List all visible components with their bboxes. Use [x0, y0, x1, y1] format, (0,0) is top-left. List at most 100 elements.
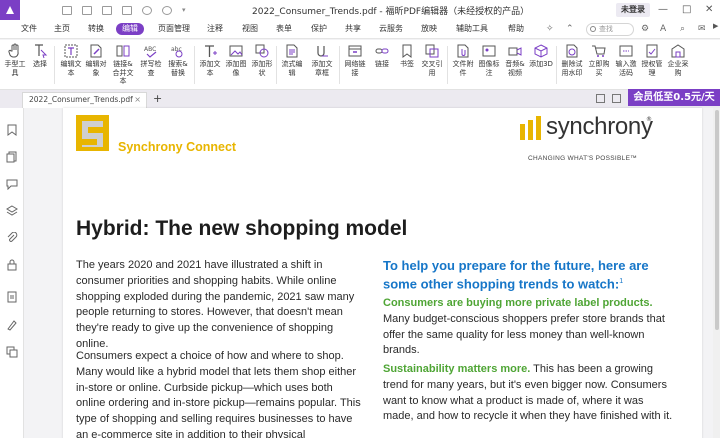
menu-file[interactable]: 文件	[21, 23, 37, 35]
undo-icon[interactable]	[142, 5, 152, 15]
lightbulb-icon[interactable]: ✧	[546, 24, 554, 35]
registered-mark: ®	[646, 116, 652, 123]
menu-share[interactable]: 共享	[345, 23, 361, 35]
hand-icon	[7, 43, 23, 59]
menu-slideshow[interactable]: 放映	[421, 23, 437, 35]
layers-panel-icon[interactable]	[6, 205, 18, 217]
tool-spellcheck[interactable]: ABC 拼写检查	[138, 42, 164, 77]
tool-select[interactable]: 选择	[27, 42, 53, 69]
scrollbar-thumb[interactable]	[715, 110, 719, 330]
toolbar-divider	[276, 46, 277, 84]
close-window-button[interactable]: ✕	[705, 3, 713, 17]
trend-1-text: Many budget-conscious shoppers prefer st…	[383, 312, 665, 357]
page-panel-icon[interactable]	[6, 291, 18, 303]
navigation-sidebar	[0, 108, 24, 438]
attachment-panel-icon[interactable]	[6, 232, 18, 244]
menu-edit[interactable]: 编辑	[116, 23, 144, 35]
activation-code-icon	[618, 43, 634, 59]
search-placeholder: 查找	[599, 25, 613, 33]
menu-accessibility[interactable]: 辅助工具	[456, 23, 488, 35]
tile-view-icon[interactable]	[612, 94, 621, 103]
edit-toolbar: 手型工具 选择 编辑文本 编辑对象 链接&合并文本 ABC 拼写检查 abc 搜…	[0, 40, 720, 90]
app-logo-icon[interactable]	[0, 0, 20, 20]
left-paragraph-1: The years 2020 and 2021 have illustrated…	[76, 259, 355, 350]
search-option-icon[interactable]: ⌕	[680, 24, 685, 35]
tool-file-attachment[interactable]: 文件附件	[450, 42, 476, 77]
tool-article-box[interactable]: 添加文章框	[309, 42, 335, 77]
customize-icon[interactable]: ▾	[182, 6, 192, 15]
add-text-icon	[202, 43, 218, 59]
menu-view[interactable]: 视图	[242, 23, 258, 35]
chevron-up-icon[interactable]: ⌃	[566, 24, 574, 35]
print-icon[interactable]	[102, 5, 112, 15]
tool-remove-watermark[interactable]: 删除试用水印	[559, 42, 585, 77]
add-shape-icon	[254, 43, 270, 59]
tool-cross-reference[interactable]: 交叉引用	[419, 42, 445, 77]
menu-convert[interactable]: 转换	[88, 23, 104, 35]
settings-icon[interactable]: ⚙	[641, 24, 649, 35]
menu-expand-arrow-icon[interactable]: ▶	[713, 22, 718, 30]
menu-help[interactable]: 帮助	[508, 23, 524, 35]
synchrony-connect-logo-icon	[76, 115, 109, 151]
tool-add-text[interactable]: 添加文本	[197, 42, 223, 77]
thumbnail-panel-icon[interactable]	[6, 151, 18, 163]
toolbar-divider	[54, 46, 55, 84]
new-file-icon[interactable]	[122, 5, 132, 15]
grid-view-icon[interactable]	[596, 94, 605, 103]
close-tab-icon[interactable]: ×	[134, 93, 141, 107]
bookmark-icon	[399, 43, 415, 59]
tool-audio-video[interactable]: 音频&视频	[502, 42, 528, 77]
search-icon	[590, 26, 596, 32]
tool-enterprise[interactable]: 企业采购	[665, 42, 691, 77]
flow-edit-icon	[284, 43, 300, 59]
new-tab-button[interactable]: +	[153, 92, 162, 106]
redo-icon[interactable]	[162, 5, 172, 15]
tool-hand[interactable]: 手型工具	[2, 42, 28, 77]
tool-bookmark[interactable]: 书签	[394, 42, 420, 69]
content-panel-icon[interactable]	[6, 346, 18, 358]
bookmark-panel-icon[interactable]	[6, 124, 18, 136]
toolbar-divider	[339, 46, 340, 84]
menu-comment[interactable]: 注释	[207, 23, 223, 35]
image-annotation-icon	[481, 43, 497, 59]
pdf-editor-window: ▾ 2022_Consumer_Trends.pdf - 福昕PDF编辑器（未经…	[0, 0, 720, 438]
login-button[interactable]: 未登录	[616, 3, 650, 17]
membership-promo-banner[interactable]: 会员低至0.5元/天	[628, 89, 720, 106]
tool-edit-object[interactable]: 编辑对象	[83, 42, 109, 77]
title-bar: ▾ 2022_Consumer_Trends.pdf - 福昕PDF编辑器（未经…	[0, 0, 720, 20]
comment-icon[interactable]: ✉	[698, 24, 706, 35]
menu-home[interactable]: 主页	[54, 23, 70, 35]
tool-link[interactable]: 链接	[369, 42, 395, 69]
tool-search-replace[interactable]: abc 搜索&替换	[165, 42, 191, 77]
toolbar-divider	[194, 46, 195, 84]
font-size-icon[interactable]: A	[660, 24, 666, 35]
tool-add-3d[interactable]: 添加3D	[528, 42, 554, 69]
maximize-button[interactable]: □	[682, 3, 691, 17]
signature-panel-icon[interactable]	[6, 319, 18, 331]
menu-cloud[interactable]: 云服务	[379, 23, 403, 35]
tool-activation-code[interactable]: 输入激活码	[613, 42, 639, 77]
menu-protect[interactable]: 保护	[311, 23, 327, 35]
tool-flow-edit[interactable]: 流式编辑	[279, 42, 305, 77]
search-box[interactable]: 查找	[586, 23, 634, 36]
tool-add-image[interactable]: 添加图像	[223, 42, 249, 77]
tool-link-merge[interactable]: 链接&合并文本	[110, 42, 136, 86]
security-panel-icon[interactable]	[6, 259, 18, 271]
pdf-page: Synchrony Connect synchrony ® CHANGING W…	[63, 108, 702, 438]
menu-page-management[interactable]: 页面管理	[158, 23, 190, 35]
menu-form[interactable]: 表单	[276, 23, 292, 35]
comment-panel-icon[interactable]	[6, 178, 18, 190]
edit-object-icon	[88, 43, 104, 59]
tool-web-link[interactable]: 网络链接	[342, 42, 368, 77]
document-tab[interactable]: 2022_Consumer_Trends.pdf ×	[22, 92, 147, 108]
tool-license[interactable]: 授权管理	[639, 42, 665, 77]
save-icon[interactable]	[82, 5, 92, 15]
minimize-button[interactable]: —	[658, 3, 668, 17]
open-file-icon[interactable]	[62, 5, 72, 15]
tool-add-shape[interactable]: 添加形状	[249, 42, 275, 77]
tool-buy-now[interactable]: 立即购买	[586, 42, 612, 77]
license-icon	[644, 43, 660, 59]
document-viewer[interactable]: Synchrony Connect synchrony ® CHANGING W…	[24, 108, 720, 438]
tool-edit-text[interactable]: 编辑文本	[58, 42, 84, 77]
tool-image-annotation[interactable]: 图像标注	[476, 42, 502, 77]
